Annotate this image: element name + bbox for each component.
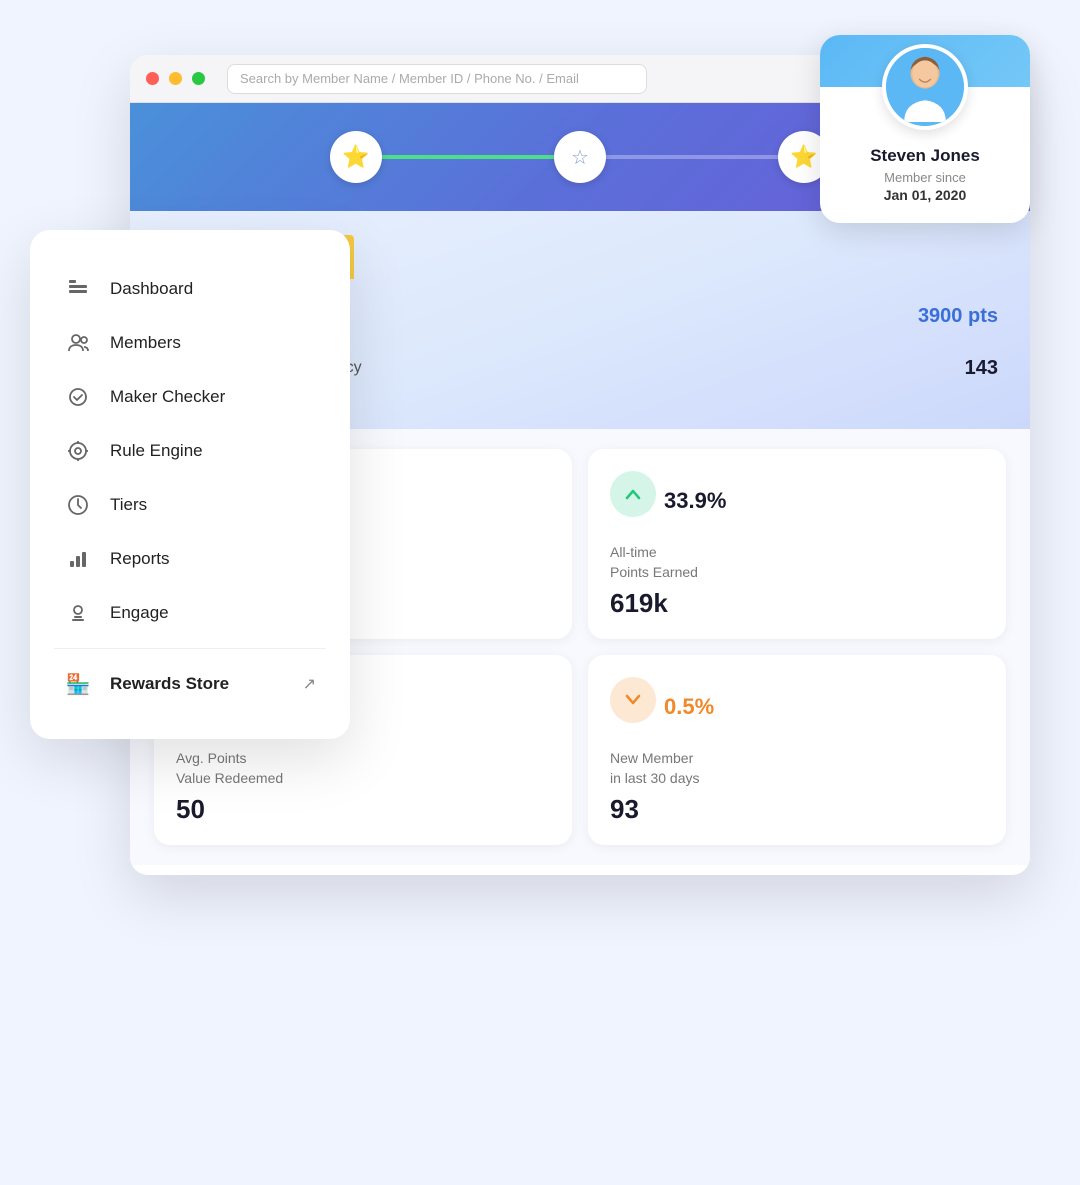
tier-node-2: ☆ <box>554 131 606 183</box>
stat-percent-1: 33.9% <box>664 488 726 514</box>
profile-info: Steven Jones Member since Jan 01, 2020 <box>820 146 1030 203</box>
rule-engine-icon <box>64 437 92 465</box>
engage-label: Engage <box>110 603 169 623</box>
profile-join-date: Jan 01, 2020 <box>820 187 1030 203</box>
reports-label: Reports <box>110 549 170 569</box>
tiers-icon <box>64 491 92 519</box>
nav-divider <box>54 648 326 649</box>
tier-line-progress <box>358 155 583 159</box>
sidebar-item-engage[interactable]: Engage <box>54 586 326 640</box>
dashboard-icon <box>64 275 92 303</box>
tiers-label: Tiers <box>110 495 147 515</box>
rewards-store-label: Rewards Store <box>110 674 285 694</box>
stat-percent-3: 0.5% <box>664 694 714 720</box>
sidebar-item-tiers[interactable]: Tiers <box>54 478 326 532</box>
tier-track: ⭐ ☆ ⭐ <box>330 131 830 183</box>
sidebar-panel: Dashboard Members Maker Checker Rule Eng… <box>30 230 350 739</box>
sidebar-item-maker-checker[interactable]: Maker Checker <box>54 370 326 424</box>
stat-number-3: 93 <box>610 794 984 825</box>
stat-percent-row-1: 33.9% <box>610 471 984 531</box>
stat-badge-1 <box>610 471 656 517</box>
stat-number-1: 619k <box>610 588 984 619</box>
rewards-store-icon: 🏪 <box>64 670 92 698</box>
external-link-icon: ↗ <box>303 674 316 694</box>
dot-green[interactable] <box>192 72 205 85</box>
stat-badge-3 <box>610 677 656 723</box>
earned-points-value: 3900 pts <box>918 305 998 328</box>
tier-node-1: ⭐ <box>330 131 382 183</box>
stat-percent-row-3: 0.5% <box>610 677 984 737</box>
sidebar-item-reports[interactable]: Reports <box>54 532 326 586</box>
stat-desc-1: All-timePoints Earned <box>610 543 984 582</box>
maker-checker-label: Maker Checker <box>110 387 225 407</box>
profile-name: Steven Jones <box>820 146 1030 166</box>
maker-checker-icon <box>64 383 92 411</box>
stat-card-1: 33.9% All-timePoints Earned 619k <box>588 449 1006 639</box>
rule-engine-label: Rule Engine <box>110 441 203 461</box>
search-placeholder-text: Search by Member Name / Member ID / Phon… <box>240 71 579 86</box>
dashboard-label: Dashboard <box>110 279 193 299</box>
stat-desc-2: Avg. PointsValue Redeemed <box>176 749 550 788</box>
members-icon <box>64 329 92 357</box>
sidebar-item-rule-engine[interactable]: Rule Engine <box>54 424 326 478</box>
stat-card-3: 0.5% New Memberin last 30 days 93 <box>588 655 1006 845</box>
scene: Search by Member Name / Member ID / Phon… <box>0 0 1080 1185</box>
sidebar-item-members[interactable]: Members <box>54 316 326 370</box>
reports-icon <box>64 545 92 573</box>
sidebar-item-dashboard[interactable]: Dashboard <box>54 262 326 316</box>
stat-desc-3: New Memberin last 30 days <box>610 749 984 788</box>
purchase-frequency-value: 143 <box>965 357 998 380</box>
browser-search-bar[interactable]: Search by Member Name / Member ID / Phon… <box>227 64 647 94</box>
engage-icon <box>64 599 92 627</box>
avatar-container <box>820 87 1030 140</box>
dot-red[interactable] <box>146 72 159 85</box>
profile-card: Steven Jones Member since Jan 01, 2020 <box>820 35 1030 223</box>
rewards-store-item[interactable]: 🏪 Rewards Store ↗ <box>54 657 326 711</box>
profile-member-since: Member since <box>820 170 1030 185</box>
stat-number-2: 50 <box>176 794 550 825</box>
members-label: Members <box>110 333 181 353</box>
dot-yellow[interactable] <box>169 72 182 85</box>
avatar <box>882 44 968 130</box>
